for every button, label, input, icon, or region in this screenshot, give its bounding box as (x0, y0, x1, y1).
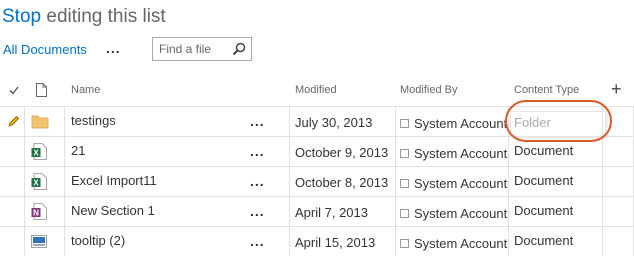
view-more-button[interactable]: ... (106, 40, 121, 56)
table-row[interactable]: tooltip (2) ... April 15, 2013 System Ac… (0, 226, 634, 256)
view-all-documents[interactable]: All Documents (3, 42, 87, 57)
image-icon (31, 235, 47, 248)
add-column-button[interactable]: + (611, 79, 622, 100)
column-modified-by[interactable]: Modified By (400, 84, 457, 96)
column-name[interactable]: Name (71, 84, 100, 96)
row-modified: April 15, 2013 (295, 235, 376, 250)
pencil-icon[interactable] (8, 115, 20, 127)
column-content-type[interactable]: Content Type (514, 84, 579, 96)
folder-icon (31, 115, 49, 129)
svg-text:X: X (33, 179, 39, 188)
column-modified[interactable]: Modified (295, 84, 337, 96)
row-content-type[interactable]: Document (514, 233, 573, 259)
checkmark-icon[interactable] (9, 86, 19, 95)
document-type-icon[interactable] (36, 83, 47, 97)
row-name[interactable]: tooltip (2) (71, 233, 125, 259)
stop-editing-link[interactable]: Stop (2, 6, 41, 27)
search-input[interactable]: Find a file (152, 37, 252, 61)
row-modified-by: System Account (400, 236, 507, 259)
page-title: Stop editing this list (2, 6, 166, 28)
table-row[interactable]: X Excel Import11 ... October 8, 2013 Sys… (0, 166, 634, 196)
search-icon[interactable] (232, 42, 246, 56)
highlight-circle (505, 100, 612, 142)
excel-icon: X (31, 143, 47, 160)
row-more-button[interactable]: ... (250, 233, 265, 259)
svg-text:N: N (33, 209, 39, 218)
svg-text:X: X (33, 149, 39, 158)
title-text: editing this list (41, 6, 166, 27)
table-row[interactable]: N New Section 1 ... April 7, 2013 System… (0, 196, 634, 226)
onenote-icon: N (31, 203, 47, 220)
search-placeholder: Find a file (159, 42, 212, 56)
excel-icon: X (31, 173, 47, 190)
